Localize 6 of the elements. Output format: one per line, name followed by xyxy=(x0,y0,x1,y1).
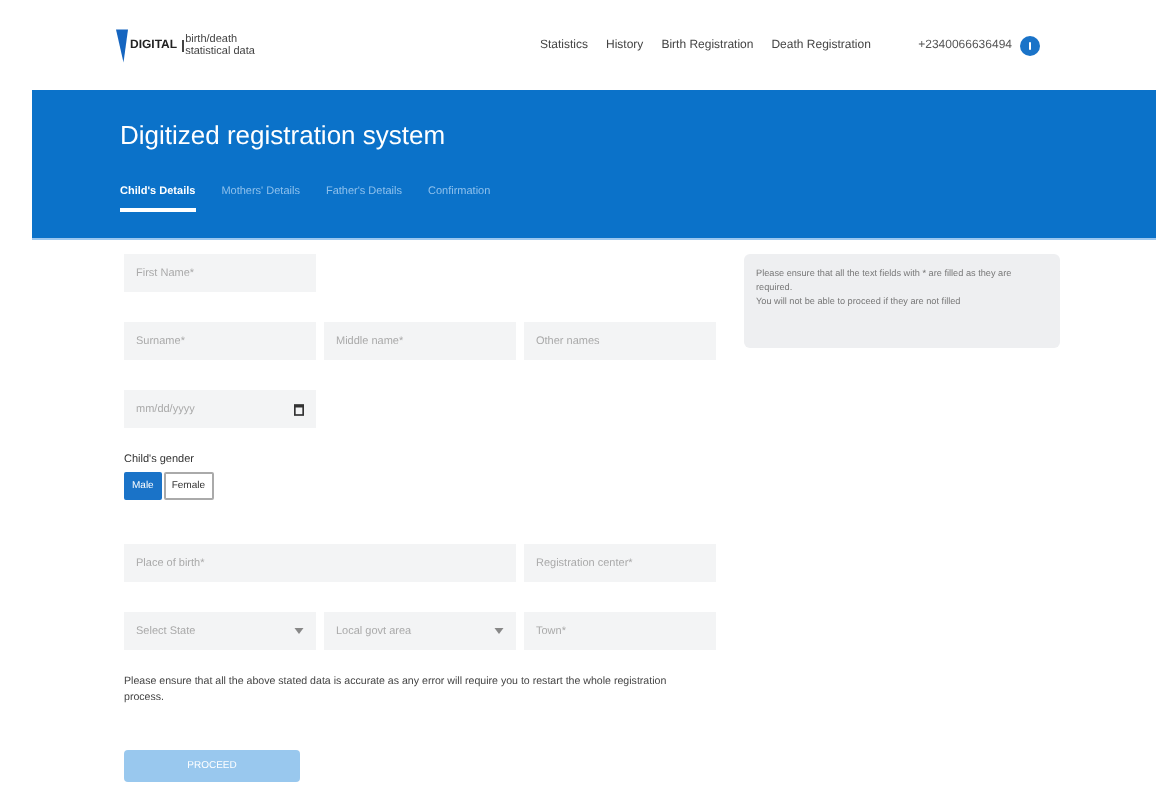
caret-icon xyxy=(494,628,504,634)
user-avatar-icon[interactable] xyxy=(1020,35,1040,55)
page-title: Digitized registration system xyxy=(120,120,448,150)
caret-icon xyxy=(294,628,304,634)
calendar-icon[interactable] xyxy=(294,403,304,415)
logo-flag-icon xyxy=(116,25,128,65)
